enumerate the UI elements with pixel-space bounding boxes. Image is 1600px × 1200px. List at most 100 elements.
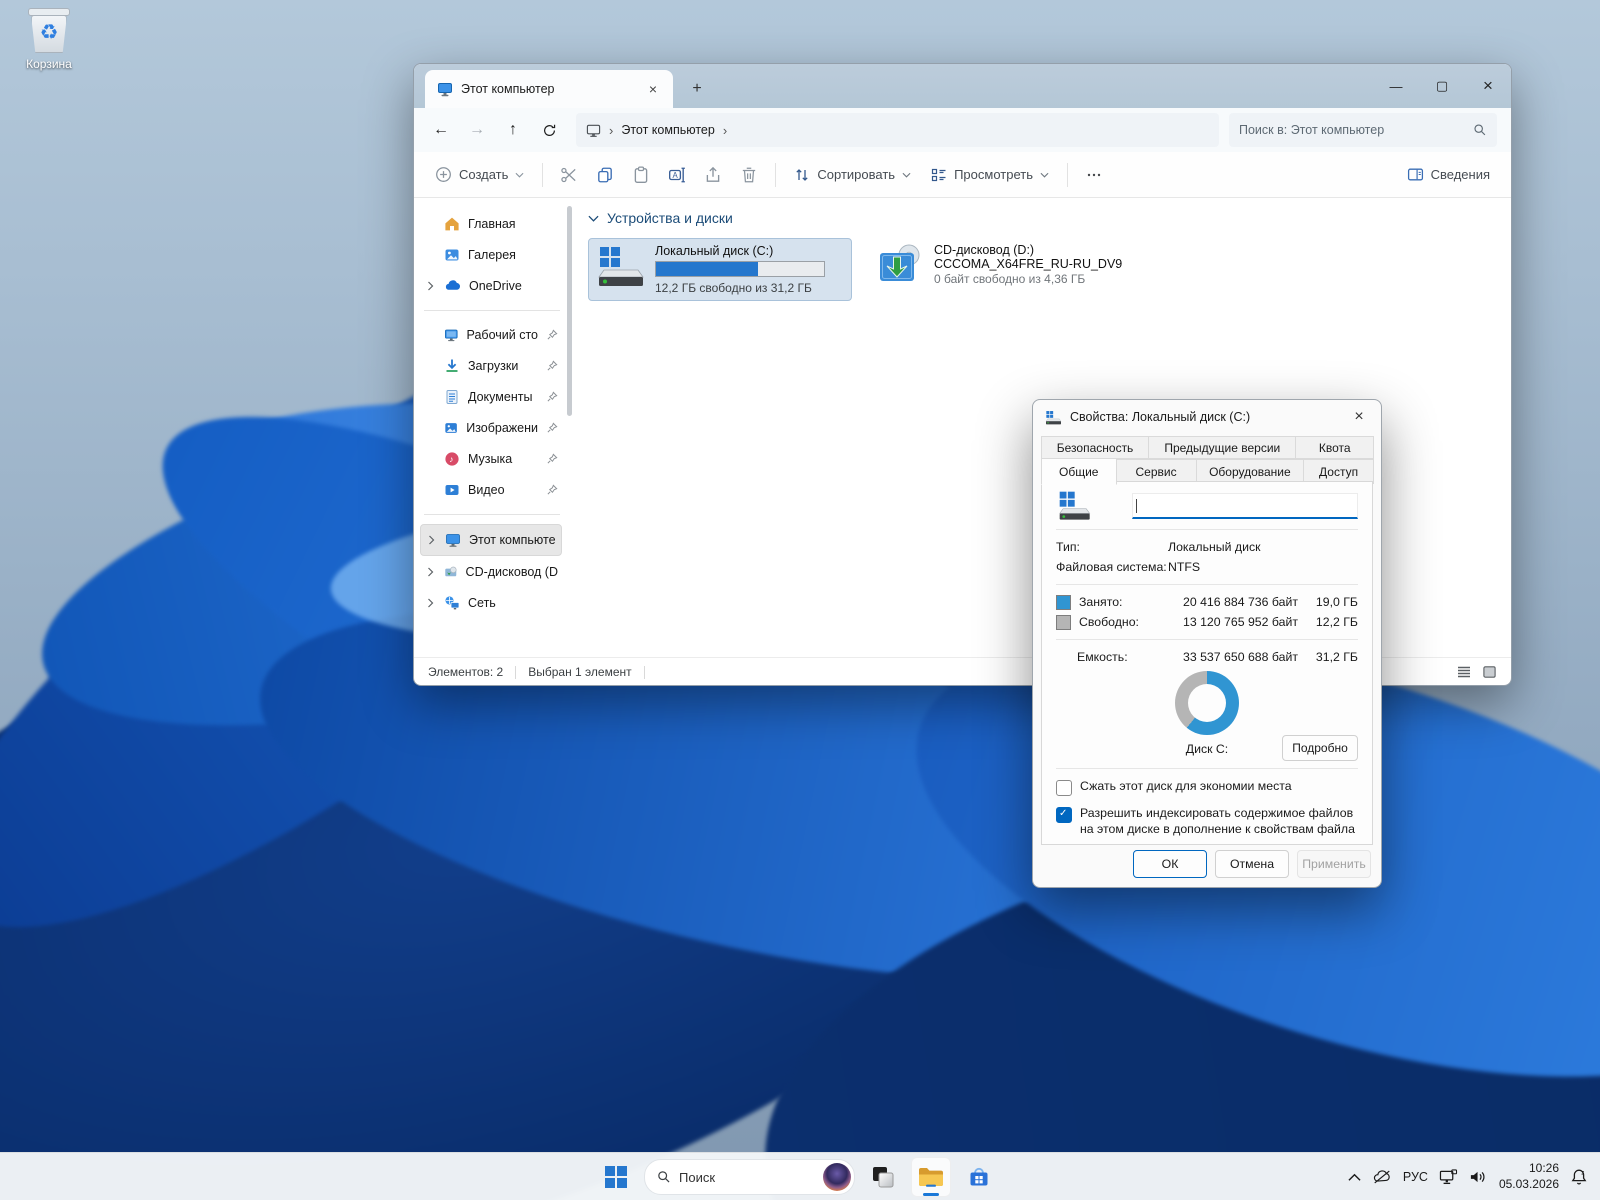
chevron-right-icon[interactable]: ›	[723, 123, 727, 138]
tab-general[interactable]: Общие	[1041, 458, 1117, 485]
sidebar-item-music[interactable]: ♪ Музыка	[420, 444, 562, 474]
microsoft-store-button[interactable]	[959, 1157, 999, 1197]
gallery-icon	[444, 247, 460, 263]
chevron-expand-icon[interactable]	[426, 280, 435, 292]
refresh-icon	[542, 123, 557, 138]
start-button[interactable]	[596, 1157, 636, 1197]
apply-button[interactable]: Применить	[1297, 850, 1371, 878]
task-view-button[interactable]	[863, 1157, 903, 1197]
tab-previous-versions[interactable]: Предыдущие версии	[1148, 436, 1296, 459]
offline-icon[interactable]	[1372, 1169, 1392, 1185]
details-pane-button[interactable]: Сведения	[1398, 158, 1499, 192]
drive-tile-d[interactable]: CD-дисковод (D:) CCCOMA_X64FRE_RU-RU_DV9…	[868, 238, 1144, 292]
file-explorer-button[interactable]	[911, 1157, 951, 1197]
language-indicator[interactable]: РУС	[1403, 1170, 1428, 1184]
free-label: Свободно:	[1079, 615, 1162, 629]
copy-button[interactable]	[588, 158, 622, 192]
recycle-bin-desktop-icon[interactable]: ♻ Корзина	[10, 8, 88, 71]
dialog-close-button[interactable]: ×	[1343, 404, 1375, 430]
address-bar[interactable]: › Этот компьютер ›	[576, 113, 1219, 147]
cd-drive-icon	[876, 243, 924, 287]
tray-chevron-up-icon[interactable]	[1348, 1173, 1361, 1182]
videos-icon	[444, 482, 460, 498]
plus-circle-icon	[435, 166, 452, 183]
used-swatch	[1056, 595, 1071, 610]
sort-label: Сортировать	[817, 167, 895, 182]
sidebar-item-network[interactable]: Сеть	[420, 588, 562, 618]
breadcrumb[interactable]: Этот компьютер	[621, 123, 714, 137]
sidebar-item-downloads[interactable]: Загрузки	[420, 351, 562, 381]
share-button[interactable]	[696, 158, 730, 192]
clock[interactable]: 10:26 05.03.2026	[1499, 1161, 1559, 1192]
ethernet-icon[interactable]	[1439, 1169, 1458, 1186]
sidebar-item-this-pc[interactable]: Этот компьюте	[420, 524, 562, 556]
sidebar-item-videos[interactable]: Видео	[420, 475, 562, 505]
sidebar-item-onedrive[interactable]: OneDrive	[420, 271, 562, 301]
cancel-button[interactable]: Отмена	[1215, 850, 1289, 878]
capacity-bytes: 33 537 650 688 байт	[1170, 650, 1298, 664]
more-button[interactable]	[1077, 158, 1111, 192]
create-label: Создать	[459, 167, 508, 182]
details-button[interactable]: Подробно	[1282, 735, 1358, 761]
tab-strip: Этот компьютер × + — ▢ ×	[414, 64, 1511, 108]
forward-button[interactable]: →	[460, 113, 494, 147]
pin-icon	[546, 391, 558, 403]
section-header-devices[interactable]: Устройства и диски	[588, 210, 1495, 226]
drive-tile-c[interactable]: Локальный диск (C:) 12,2 ГБ свободно из …	[588, 238, 852, 301]
disk-usage-bar	[655, 261, 825, 277]
ok-button[interactable]: ОК	[1133, 850, 1207, 878]
disk-usage-bar-fill	[656, 262, 758, 276]
section-title: Устройства и диски	[607, 210, 733, 226]
chevron-expand-icon[interactable]	[426, 597, 435, 609]
tab-close-icon[interactable]: ×	[641, 77, 665, 101]
compress-checkbox[interactable]	[1056, 780, 1072, 796]
sort-button[interactable]: Сортировать	[785, 158, 920, 192]
more-icon	[1086, 167, 1102, 183]
minimize-button[interactable]: —	[1373, 64, 1419, 108]
index-checkbox-row[interactable]: Разрешить индексировать содержимое файло…	[1056, 806, 1358, 838]
chevron-expand-icon[interactable]	[427, 534, 436, 546]
large-icons-view-icon[interactable]	[1482, 665, 1497, 679]
paste-button[interactable]	[624, 158, 658, 192]
maximize-button[interactable]: ▢	[1419, 64, 1465, 108]
back-button[interactable]: ←	[424, 113, 458, 147]
sidebar-item-documents[interactable]: Документы	[420, 382, 562, 412]
rename-button[interactable]: A	[660, 158, 694, 192]
desktop-icon	[444, 327, 459, 343]
notification-bell-icon[interactable]: z	[1570, 1168, 1588, 1186]
tab-quota[interactable]: Квота	[1295, 436, 1374, 459]
sidebar-divider	[424, 514, 560, 515]
sidebar-item-pictures[interactable]: Изображени	[420, 413, 562, 443]
search-highlight-image[interactable]	[823, 1163, 851, 1191]
create-button[interactable]: Создать	[426, 158, 533, 192]
tab-this-pc[interactable]: Этот компьютер ×	[425, 70, 673, 108]
taskbar-search[interactable]: Поиск	[644, 1159, 855, 1195]
index-checkbox[interactable]	[1056, 807, 1072, 823]
volume-icon[interactable]	[1469, 1169, 1488, 1185]
sidebar-item-gallery[interactable]: Галерея	[420, 240, 562, 270]
computer-icon	[445, 532, 461, 548]
search-input[interactable]: Поиск в: Этот компьютер	[1229, 113, 1497, 147]
details-view-icon[interactable]	[1456, 665, 1472, 679]
chevron-expand-icon[interactable]	[426, 566, 435, 578]
share-icon	[704, 166, 722, 184]
sidebar-item-desktop[interactable]: Рабочий сто	[420, 320, 562, 350]
compress-label: Сжать этот диск для экономии места	[1080, 779, 1292, 795]
search-icon	[1473, 123, 1487, 137]
properties-dialog: Свойства: Локальный диск (C:) × Безопасн…	[1032, 399, 1382, 888]
tab-security[interactable]: Безопасность	[1041, 436, 1149, 459]
compress-checkbox-row[interactable]: Сжать этот диск для экономии места	[1056, 779, 1358, 796]
cut-button[interactable]	[552, 158, 586, 192]
up-button[interactable]: ↑	[496, 113, 530, 147]
view-button[interactable]: Просмотреть	[922, 158, 1058, 192]
local-disk-icon	[1056, 491, 1092, 521]
sidebar-item-cd-drive[interactable]: CD-дисковод (D	[420, 557, 562, 587]
copy-icon	[596, 166, 614, 184]
delete-button[interactable]	[732, 158, 766, 192]
sidebar-item-home[interactable]: Главная	[420, 209, 562, 239]
used-label: Занято:	[1079, 595, 1162, 609]
close-button[interactable]: ×	[1465, 64, 1511, 108]
volume-name-input[interactable]	[1132, 493, 1358, 519]
refresh-button[interactable]	[532, 113, 566, 147]
new-tab-button[interactable]: +	[681, 73, 713, 105]
